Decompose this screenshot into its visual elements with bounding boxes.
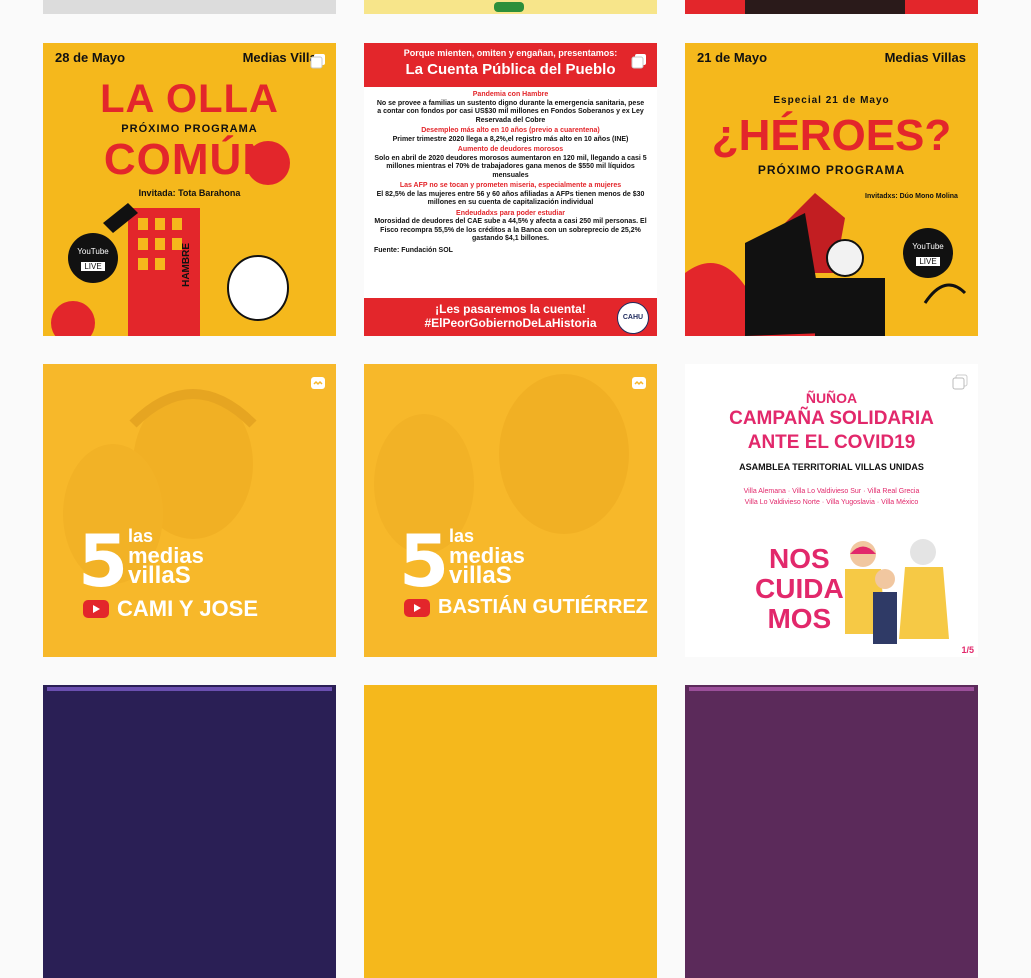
post-body: Pandemia con Hambre No se provee a famil… [374,91,647,255]
youtube-icon [404,598,430,617]
live-label: LIVE [81,262,105,271]
post-title: La Cuenta Pública del Pueblo [405,61,616,78]
section-title: Desempleo más alto en 10 años (previo a … [421,127,600,134]
post-tile-bastian-gutierrez[interactable]: 5 las medias villaS BASTIÁN GUTIÉRREZ [364,364,657,657]
post-tile-partial-top-1[interactable] [43,0,336,14]
youtube-label: YouTube [912,242,944,251]
post-header-line: Porque mienten, omiten y engañan, presen… [403,48,618,58]
brand-line-3: villaS [128,562,191,589]
illustration-people [845,539,949,644]
episode-caption: CAMI Y JOSE [117,596,259,621]
post-tile-partial-top-3[interactable] [685,0,978,14]
section-text: Primer trimestre 2020 llega a 8,2%,el re… [392,135,629,143]
section-title: Pandemia con Hambre [472,91,549,98]
youtube-caption: CAMI Y JOSE [83,596,258,622]
illustration-heroes [685,193,967,336]
igtv-badge [631,374,647,390]
post-tile-campana-solidaria[interactable]: ÑUÑOA CAMPAÑA SOLIDARIA ANTE EL COVID19 … [685,364,978,657]
post-tile-partial-bottom-3[interactable] [685,685,978,978]
post-header: Porque mienten, omiten y engañan, presen… [364,43,657,87]
post-tile-partial-bottom-2[interactable] [364,685,657,978]
youtube-live-badge: YouTube LIVE [68,233,118,283]
section-text: Solo en abril de 2020 deudores morosos a… [374,154,647,179]
multi-image-badge [952,374,968,390]
multi-image-badge [310,53,326,69]
youtube-live-badge: YouTube LIVE [903,228,953,278]
youtube-icon [83,600,109,618]
brand-logo: las medias villaS [449,526,525,589]
section-title: Las AFP no se tocan y prometen miseria, … [399,182,622,189]
brand-logo: las medias villaS [128,526,204,589]
number-five: 5 [399,519,450,603]
post-tile-cami-y-jose[interactable]: 5 las medias villaS CAMI Y JOSE [43,364,336,657]
section-text: El 82,5% de las mujeres entre 56 y 60 añ… [376,190,645,207]
footer-line-1: ¡Les pasaremos la cuenta! [435,302,586,316]
episode-caption: BASTIÁN GUTIÉRREZ [438,596,648,618]
post-tile-la-olla-comun[interactable]: 28 de Mayo Medias Villas LA OLLA PRÓXIMO… [43,43,336,336]
seal-icon: CAHU [617,302,649,334]
youtube-caption: BASTIÁN GUTIÉRREZ [404,596,648,619]
multi-image-badge [631,53,647,69]
section-title: Endeudadxs para poder estudiar [456,209,565,217]
number-five: 5 [78,519,129,603]
post-tile-partial-top-2[interactable] [364,0,657,14]
section-text: Morosidad de deudores del CAE sube a 44,… [374,218,647,242]
building-word: HAMBRE [181,243,192,287]
brand-line-3: villaS [449,562,512,589]
page-indicator: 1/5 [961,645,974,655]
section-text: No se provee a familias un sustento dign… [376,99,645,124]
youtube-label: YouTube [77,247,109,256]
igtv-badge [310,374,326,390]
illustration-building [51,141,290,336]
source-text: Fuente: Fundación SOL [374,246,453,254]
section-title: Aumento de deudores morosos [457,146,564,153]
post-tile-partial-bottom-1[interactable] [43,685,336,978]
post-tile-cuenta-publica[interactable]: Porque mienten, omiten y engañan, presen… [364,43,657,336]
footer-line-2: #ElPeorGobiernoDeLaHistoria [424,316,597,330]
post-tile-heroes[interactable]: 21 de Mayo Medias Villas Especial 21 de … [685,43,978,336]
post-footer: ¡Les pasaremos la cuenta! #ElPeorGobiern… [364,298,657,336]
live-label: LIVE [916,257,940,266]
